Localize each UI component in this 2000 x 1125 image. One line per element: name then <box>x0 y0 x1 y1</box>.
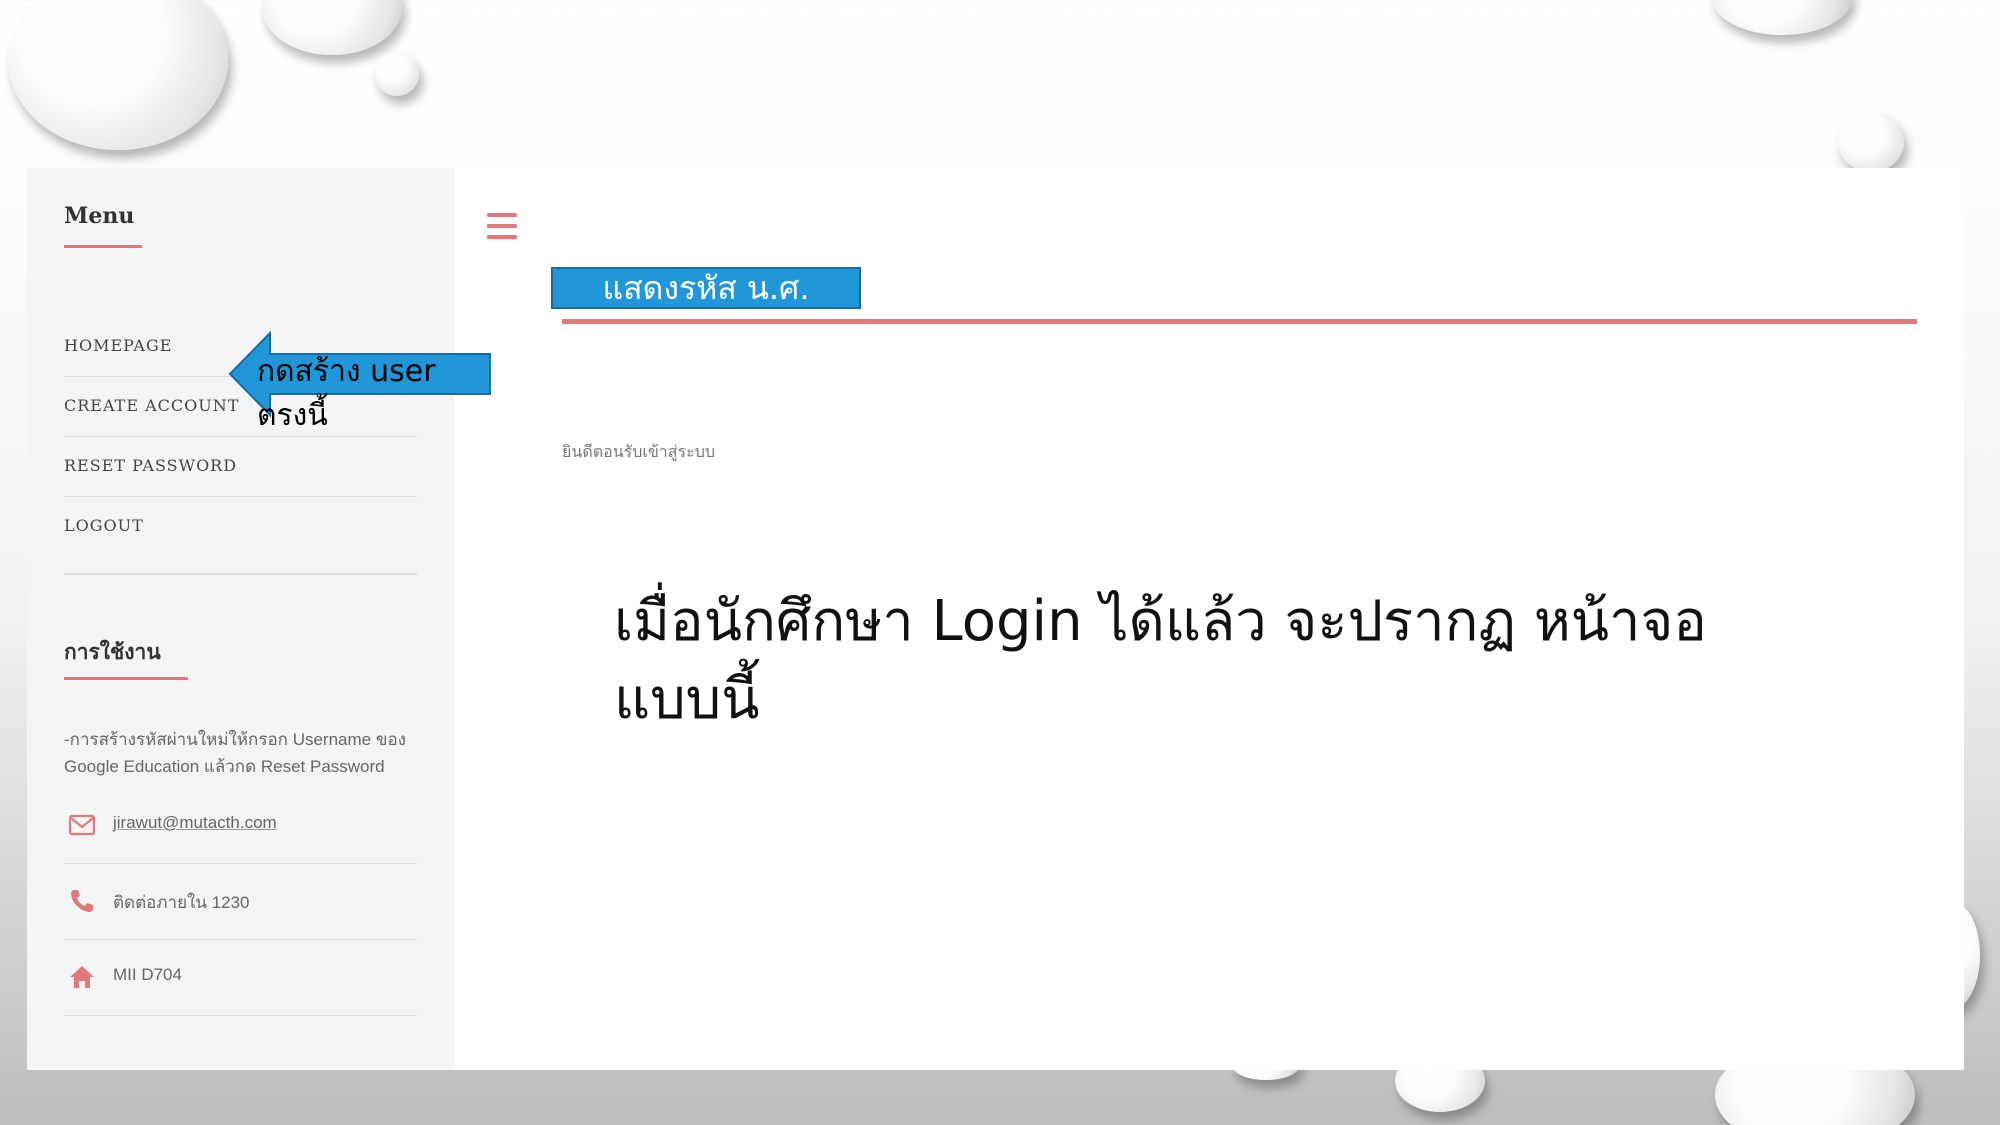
home-icon <box>68 963 96 991</box>
contact-office-row: MII D704 <box>64 939 417 1016</box>
main-content: แสดงรหัส น.ศ. ยินดีตอนรับเข้าสู่ระบบ เมื… <box>454 168 1964 1070</box>
contact-office-label: MII D704 <box>113 965 182 984</box>
arrow-annotation-label: กดสร้าง user ตรงนี้ <box>257 354 436 433</box>
contact-phone-label: ติดต่อภายใน 1230 <box>113 893 250 912</box>
contact-phone-row: ติดต่อภายใน 1230 <box>64 863 417 940</box>
phone-icon <box>68 887 96 915</box>
envelope-icon <box>68 811 96 839</box>
menu-title-underline <box>64 245 142 248</box>
contact-email-link[interactable]: jirawut@mutacth.com <box>113 813 277 833</box>
sidebar-item-label: RESET PASSWORD <box>64 456 238 475</box>
sidebar-item-logout[interactable]: LOGOUT <box>64 496 417 556</box>
sidebar-divider <box>64 573 417 575</box>
sidebar-item-reset-password[interactable]: RESET PASSWORD <box>64 436 417 497</box>
usage-title: การใช้งาน <box>64 640 161 664</box>
water-drop-decoration <box>262 0 402 55</box>
usage-description: -การสร้างรหัสผ่านใหม่ให้กรอก Username ขอ… <box>64 730 406 776</box>
sidebar-item-label: CREATE ACCOUNT <box>64 396 240 415</box>
sidebar-item-label: HOMEPAGE <box>64 336 173 355</box>
water-drop-decoration <box>1712 0 1852 35</box>
water-drop-decoration <box>8 0 228 150</box>
usage-title-underline <box>64 677 188 680</box>
sidebar: Menu HOMEPAGE CREATE ACCOUNT RESET PASSW… <box>27 168 454 1070</box>
header-underline <box>562 319 1917 324</box>
hamburger-menu-icon[interactable] <box>487 213 517 239</box>
sidebar-item-label: LOGOUT <box>64 516 144 535</box>
water-drop-decoration <box>375 52 419 96</box>
water-drop-decoration <box>1838 112 1904 172</box>
show-student-id-button[interactable]: แสดงรหัส น.ศ. <box>551 267 861 309</box>
menu-title: Menu <box>64 203 135 229</box>
welcome-text: ยินดีตอนรับเข้าสู่ระบบ <box>562 442 716 461</box>
instruction-callout: เมื่อนักศึกษา Login ได้แล้ว จะปรากฏ หน้า… <box>614 589 1707 732</box>
contact-email-row[interactable]: jirawut@mutacth.com <box>64 787 417 864</box>
